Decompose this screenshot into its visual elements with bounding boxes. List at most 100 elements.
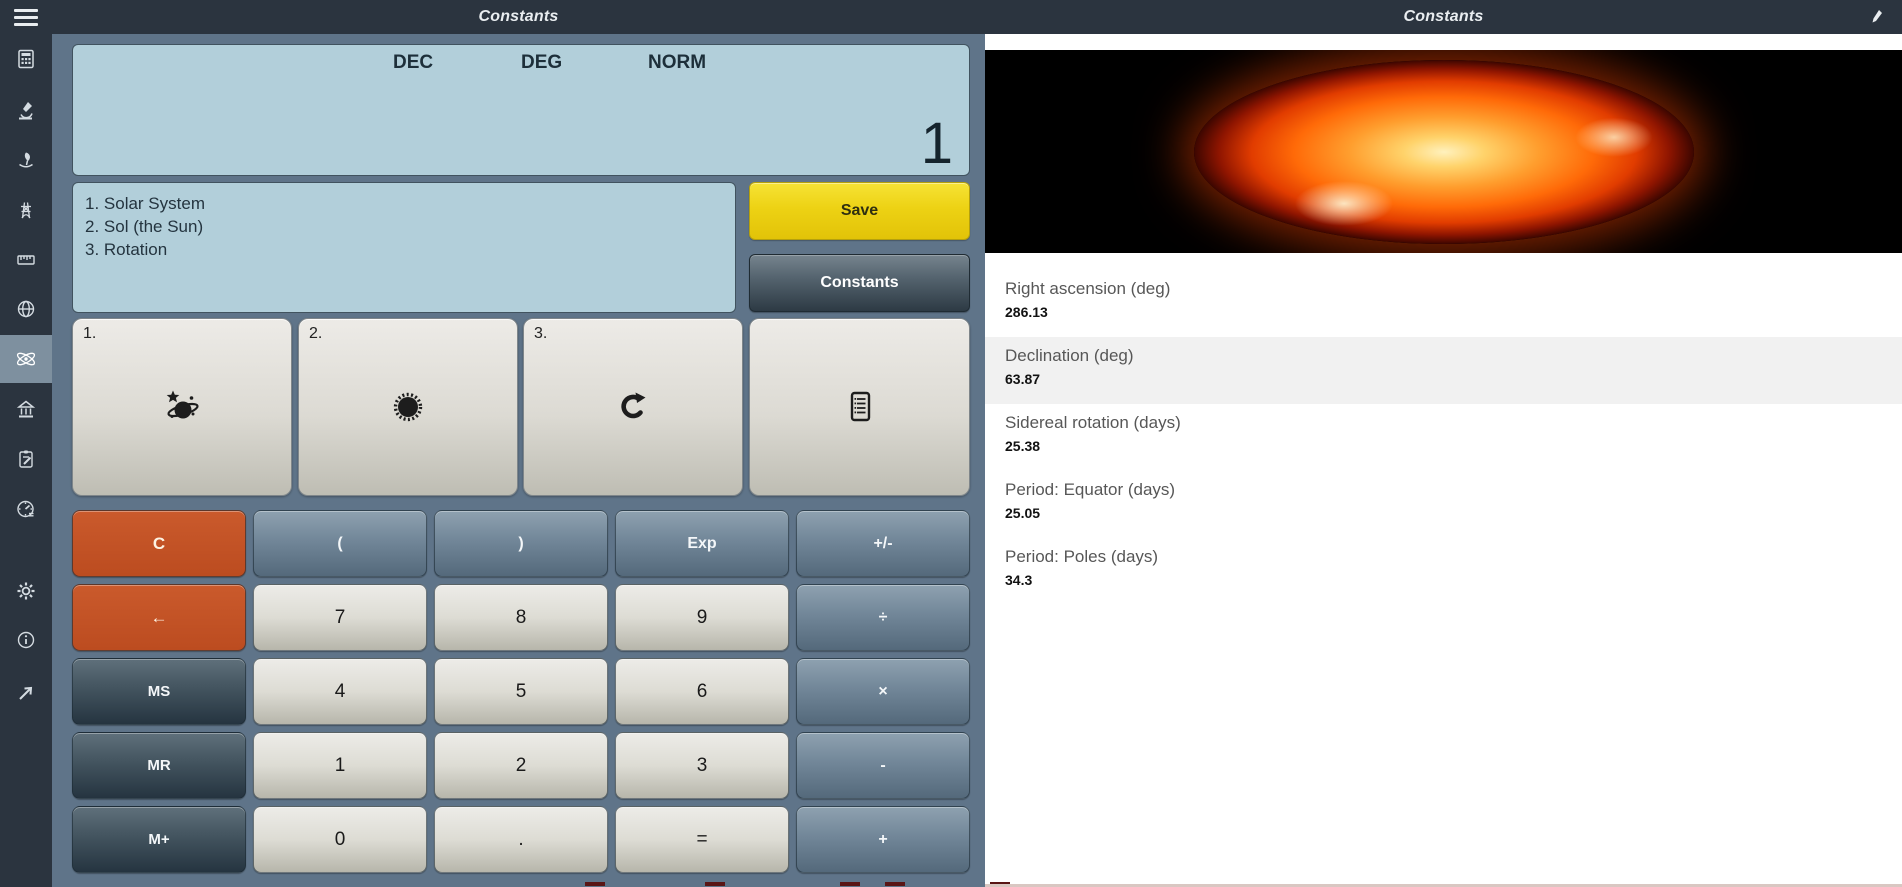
path-line: 2. Sol (the Sun) xyxy=(85,217,204,236)
ruler-icon xyxy=(17,255,35,265)
key-memory-store[interactable]: MS xyxy=(72,658,246,725)
pen-icon[interactable] xyxy=(1868,8,1886,26)
sidebar xyxy=(0,34,52,887)
cropped-artifact xyxy=(585,882,605,886)
key-clear[interactable]: C xyxy=(72,510,246,577)
atom-icon xyxy=(16,352,36,366)
key-memory-add[interactable]: M+ xyxy=(72,806,246,873)
constant-value: 25.38 xyxy=(1005,438,1041,454)
microscope-icon xyxy=(19,102,33,120)
key-2[interactable]: 2 xyxy=(434,732,608,799)
constant-path-box: 1. Solar System 2. Sol (the Sun) 3. Rota… xyxy=(72,182,736,313)
mode-indicator-norm: NORM xyxy=(648,52,707,73)
sidebar-item-structure[interactable] xyxy=(0,186,52,234)
title-bar: Constants Constants xyxy=(0,0,1902,34)
sidebar-item-geography[interactable] xyxy=(0,285,52,333)
hand-plant-icon xyxy=(19,152,33,168)
clipboard-icon xyxy=(19,450,33,468)
sidebar-item-science[interactable] xyxy=(0,86,52,134)
key-backspace[interactable]: ← xyxy=(72,584,246,651)
sidebar-item-notes[interactable] xyxy=(0,435,52,483)
selection-button-list[interactable] xyxy=(749,318,970,496)
calculator-panel: DEC DEG NORM 1 1. Solar System 2. Sol (t… xyxy=(52,34,985,887)
key-exp[interactable]: Exp xyxy=(615,510,789,577)
display-value: 1 xyxy=(920,111,953,177)
share-arrow-icon xyxy=(19,686,33,700)
key-memory-recall[interactable]: MR xyxy=(72,732,246,799)
cropped-artifact xyxy=(885,882,905,886)
save-button[interactable]: Save xyxy=(749,182,970,240)
sidebar-item-measurement[interactable] xyxy=(0,236,52,284)
key-add[interactable]: + xyxy=(796,806,970,873)
info-icon xyxy=(17,631,35,649)
path-line: 1. Solar System xyxy=(85,194,205,213)
constant-row-declination[interactable]: Declination (deg) 63.87 xyxy=(985,337,1902,404)
constant-value: 25.05 xyxy=(1005,505,1041,521)
sidebar-item-share[interactable] xyxy=(0,669,52,717)
keypad: C ( ) Exp +/- ← 7 8 9 ÷ MS 4 5 6 × MR 1 … xyxy=(72,510,970,873)
bank-icon xyxy=(16,400,36,418)
selection-number: 2. xyxy=(309,325,323,342)
sun-image xyxy=(1193,59,1694,244)
globe-icon xyxy=(17,300,35,318)
constants-panel: Right ascension (deg) 286.13 Declination… xyxy=(985,34,1902,887)
key-close-paren[interactable]: ) xyxy=(434,510,608,577)
key-6[interactable]: 6 xyxy=(615,658,789,725)
constant-label: Right ascension (deg) xyxy=(1005,279,1171,298)
constant-row-period-poles[interactable]: Period: Poles (days) 34.3 xyxy=(985,538,1902,605)
constant-row-right-ascension[interactable]: Right ascension (deg) 286.13 xyxy=(985,270,1902,337)
key-plus-minus[interactable]: +/- xyxy=(796,510,970,577)
key-8[interactable]: 8 xyxy=(434,584,608,651)
constant-label: Declination (deg) xyxy=(1005,346,1134,365)
selection-button-sol[interactable]: 2. xyxy=(298,318,518,496)
selection-number: 3. xyxy=(534,325,548,342)
selection-button-rotation[interactable]: 3. xyxy=(523,318,743,496)
sidebar-item-calculator[interactable] xyxy=(0,35,52,83)
app-window: Constants Constants DEC DEG NORM 1 1. So… xyxy=(0,0,1902,887)
sidebar-item-about[interactable] xyxy=(0,616,52,664)
sidebar-item-nature[interactable] xyxy=(0,136,52,184)
constant-label: Period: Poles (days) xyxy=(1005,547,1159,566)
cropped-artifact xyxy=(705,882,725,886)
constants-list: Right ascension (deg) 286.13 Declination… xyxy=(985,270,1902,605)
constants-button[interactable]: Constants xyxy=(749,254,970,312)
mode-indicator-deg: DEG xyxy=(521,52,563,73)
key-decimal[interactable]: . xyxy=(434,806,608,873)
selection-button-solar-system[interactable]: 1. xyxy=(72,318,292,496)
key-equals[interactable]: = xyxy=(615,806,789,873)
constant-value: 286.13 xyxy=(1005,304,1048,320)
sidebar-item-finance[interactable] xyxy=(0,385,52,433)
sun-photo xyxy=(985,50,1902,253)
right-window-title: Constants xyxy=(1403,8,1484,25)
gear-icon xyxy=(17,582,35,600)
key-multiply[interactable]: × xyxy=(796,658,970,725)
globe-gauge-icon xyxy=(17,500,34,518)
left-window-title: Constants xyxy=(478,8,559,25)
constant-row-period-equator[interactable]: Period: Equator (days) 25.05 xyxy=(985,471,1902,538)
rotation-icon xyxy=(621,392,646,419)
sidebar-item-astronomy[interactable] xyxy=(0,335,52,383)
mode-indicator-dec: DEC xyxy=(393,52,434,73)
key-open-paren[interactable]: ( xyxy=(253,510,427,577)
pylon-icon xyxy=(21,202,31,219)
hamburger-icon[interactable] xyxy=(14,9,38,30)
key-5[interactable]: 5 xyxy=(434,658,608,725)
key-0[interactable]: 0 xyxy=(253,806,427,873)
key-subtract[interactable]: - xyxy=(796,732,970,799)
key-4[interactable]: 4 xyxy=(253,658,427,725)
constant-value: 63.87 xyxy=(1005,371,1041,387)
key-divide[interactable]: ÷ xyxy=(796,584,970,651)
cropped-artifact xyxy=(840,882,860,886)
key-1[interactable]: 1 xyxy=(253,732,427,799)
key-7[interactable]: 7 xyxy=(253,584,427,651)
constant-row-sidereal-rotation[interactable]: Sidereal rotation (days) 25.38 xyxy=(985,404,1902,471)
key-3[interactable]: 3 xyxy=(615,732,789,799)
sidebar-item-world-time[interactable] xyxy=(0,485,52,533)
calculator-icon xyxy=(18,49,34,69)
sidebar-item-settings[interactable] xyxy=(0,567,52,615)
constant-label: Period: Equator (days) xyxy=(1005,480,1176,499)
constant-label: Sidereal rotation (days) xyxy=(1005,413,1181,432)
sun-icon xyxy=(393,392,423,422)
key-9[interactable]: 9 xyxy=(615,584,789,651)
calculator-display: DEC DEG NORM 1 xyxy=(72,44,970,176)
